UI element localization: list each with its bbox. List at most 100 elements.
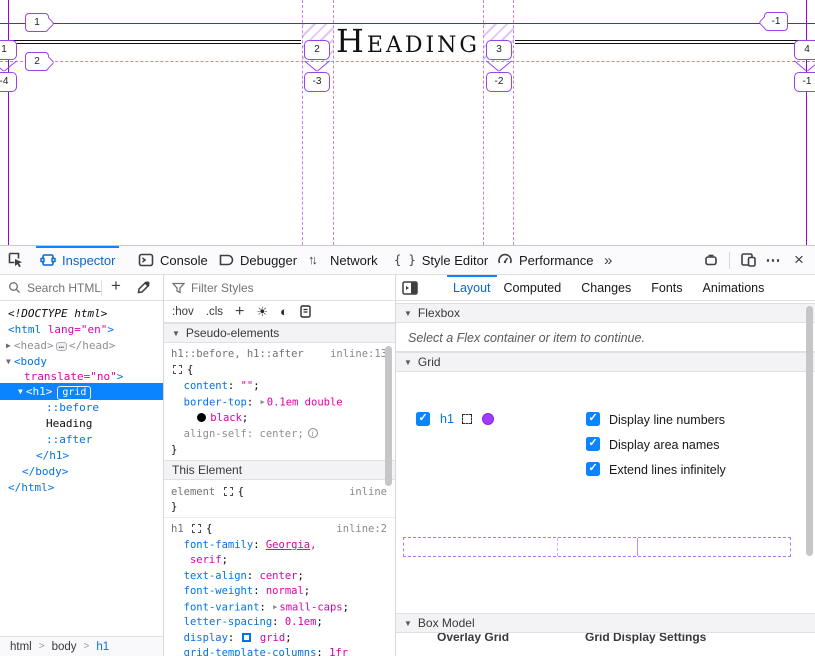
extend-lines-infinitely-checkbox[interactable] <box>586 462 600 476</box>
tree-line-head[interactable]: ▶<head>…</head> <box>6 338 115 354</box>
grid-overlay-item-link[interactable]: h1 <box>440 412 454 426</box>
grid-line-number-pair: 1 -4 <box>0 40 17 92</box>
tab-debugger[interactable]: Debugger <box>218 246 297 274</box>
tab-label: Inspector <box>62 253 115 268</box>
breadcrumb-separator: > <box>84 641 90 652</box>
tree-line-body-open[interactable]: ▼<body <box>6 354 47 370</box>
layout-scrollbar[interactable] <box>806 306 813 556</box>
breadcrumb-item[interactable]: html <box>10 641 32 653</box>
rule-source-link[interactable]: inline:2 <box>336 521 387 537</box>
grid-overlay-checkbox[interactable] <box>416 412 430 426</box>
collapse-arrow-icon: ▼ <box>404 358 412 367</box>
css-declaration-continued[interactable]: serif; <box>171 552 387 568</box>
tab-computed[interactable]: Computed <box>504 275 562 300</box>
devtools-panel: Inspector Console Debugger ↑↓ Network { … <box>0 245 815 656</box>
css-declaration[interactable]: font-weight: normal; <box>171 583 387 599</box>
section-flexbox[interactable]: ▼ Flexbox <box>396 303 815 323</box>
pick-element-icon[interactable] <box>7 251 25 269</box>
css-declaration[interactable]: grid-template-columns: 1fr <box>171 645 387 656</box>
highlight-grid-icon[interactable] <box>462 414 472 424</box>
css-declaration[interactable]: font-family: Georgia, <box>171 537 387 553</box>
class-toggle[interactable]: .cls <box>206 306 223 318</box>
tree-line-text[interactable]: Heading <box>46 416 92 432</box>
rule-source-link[interactable]: inline <box>349 484 387 500</box>
css-declaration[interactable]: text-align: center; <box>171 568 387 584</box>
rule-source-link[interactable]: inline:13 <box>330 346 387 362</box>
add-node-button[interactable]: + <box>111 276 121 296</box>
tab-style-editor[interactable]: { } Style Editor <box>394 246 488 274</box>
display-area-names-checkbox[interactable] <box>586 437 600 451</box>
tree-line-html-close[interactable]: </html> <box>8 480 54 496</box>
display-line-numbers-checkbox[interactable] <box>586 412 600 426</box>
css-declaration-inactive[interactable]: align-self: center; <box>171 426 387 442</box>
tab-performance[interactable]: Performance <box>497 246 593 274</box>
css-rule-close: } <box>171 499 387 515</box>
tab-label: Console <box>160 253 208 268</box>
section-box-model[interactable]: ▼ Box Model <box>396 613 815 633</box>
markup-search-bar: Search HTML + <box>0 275 163 301</box>
tree-line-before-pseudo[interactable]: ::before <box>46 400 99 416</box>
css-declaration[interactable]: content: ""; <box>171 378 387 394</box>
tab-label: Style Editor <box>422 253 488 268</box>
css-rule-close: } <box>171 442 387 458</box>
print-media-icon[interactable] <box>300 305 311 318</box>
css-declaration[interactable]: font-variant: ▶small-caps; <box>171 599 387 615</box>
tree-line-h1-selected[interactable]: ▼<h1>grid <box>18 384 91 400</box>
tab-network[interactable]: ↑↓ Network <box>308 246 378 274</box>
tree-line-after-pseudo[interactable]: ::after <box>46 432 92 448</box>
eyedropper-icon[interactable] <box>136 280 151 295</box>
filter-styles-input[interactable]: Filter Styles <box>191 281 254 295</box>
rules-toolbar: :hov .cls + ☀ ◐ <box>164 301 395 323</box>
css-declaration-continued[interactable]: black; <box>171 410 387 426</box>
css-declaration[interactable]: letter-spacing: 0.1em; <box>171 614 387 630</box>
extend-lines-infinitely-label: Extend lines infinitely <box>609 463 726 477</box>
pseudo-class-toggle[interactable]: :hov <box>172 306 194 318</box>
breadcrumb-separator: > <box>39 641 45 652</box>
tree-line-h1-close[interactable]: </h1> <box>36 448 69 464</box>
grid-line-number-tag: 2 <box>25 52 49 71</box>
display-line-numbers-label: Display line numbers <box>609 413 725 427</box>
sidebar-toggle-icon[interactable] <box>402 281 418 295</box>
tab-changes[interactable]: Changes <box>581 275 631 300</box>
css-rule-selector[interactable]: inline:2h1 { <box>171 521 387 537</box>
section-pseudo-elements[interactable]: ▼ Pseudo-elements <box>164 323 395 343</box>
close-devtools-icon[interactable]: × <box>790 251 808 269</box>
tab-console[interactable]: Console <box>138 246 208 274</box>
tree-line-html-open[interactable]: <html lang="en"> <box>8 322 114 338</box>
tab-inspector[interactable]: Inspector <box>40 246 115 274</box>
tab-fonts[interactable]: Fonts <box>651 275 682 300</box>
css-rule-selector[interactable]: inlineelement { <box>171 484 387 500</box>
section-this-element[interactable]: This Element <box>164 460 395 480</box>
header-separator <box>101 280 102 296</box>
tree-line-doctype[interactable]: <!DOCTYPE html> <box>8 306 107 322</box>
add-rule-button[interactable]: + <box>235 303 244 321</box>
rule-separator <box>164 517 395 518</box>
tree-line-body-attr[interactable]: translate="no"> <box>24 369 123 385</box>
breadcrumb-item-current[interactable]: h1 <box>96 641 109 653</box>
screenshot-device-icon[interactable] <box>702 251 720 269</box>
tab-layout[interactable]: Layout <box>453 275 491 300</box>
tab-animations[interactable]: Animations <box>703 275 765 300</box>
collapse-arrow-icon: ▼ <box>172 329 180 338</box>
grid-outline-preview[interactable] <box>403 537 791 557</box>
inspected-page-viewport: Heading 1 2 -1 1 -4 2 -3 3 -2 4 -1 <box>0 0 815 245</box>
toolbar-separator <box>729 252 730 269</box>
css-rule-selector[interactable]: inline:13h1::before, h1::after <box>171 346 387 362</box>
dark-scheme-icon[interactable]: ◐ <box>280 304 288 319</box>
rules-scrollbar[interactable] <box>385 346 392 486</box>
meatball-menu-icon[interactable]: ⋯ <box>764 251 782 269</box>
grid-line-number-pair: 4 -1 <box>794 40 815 92</box>
tree-line-body-close[interactable]: </body> <box>22 464 68 480</box>
css-declaration[interactable]: border-top: ▶0.1em double <box>171 394 387 410</box>
breadcrumb-item[interactable]: body <box>52 641 77 653</box>
css-declaration[interactable]: display: grid; <box>171 630 387 646</box>
more-tabs-button[interactable]: » <box>604 246 612 274</box>
tab-label: Debugger <box>240 253 297 268</box>
light-scheme-icon[interactable]: ☀ <box>256 304 268 320</box>
responsive-design-mode-icon[interactable] <box>739 251 757 269</box>
sidebar-tabs-bar: Layout Computed Changes Fonts Animations <box>396 275 815 301</box>
search-input[interactable]: Search HTML <box>27 281 101 295</box>
section-grid[interactable]: ▼ Grid <box>396 352 815 372</box>
grid-color-swatch[interactable] <box>482 413 494 425</box>
css-rule-open: { <box>171 362 387 378</box>
